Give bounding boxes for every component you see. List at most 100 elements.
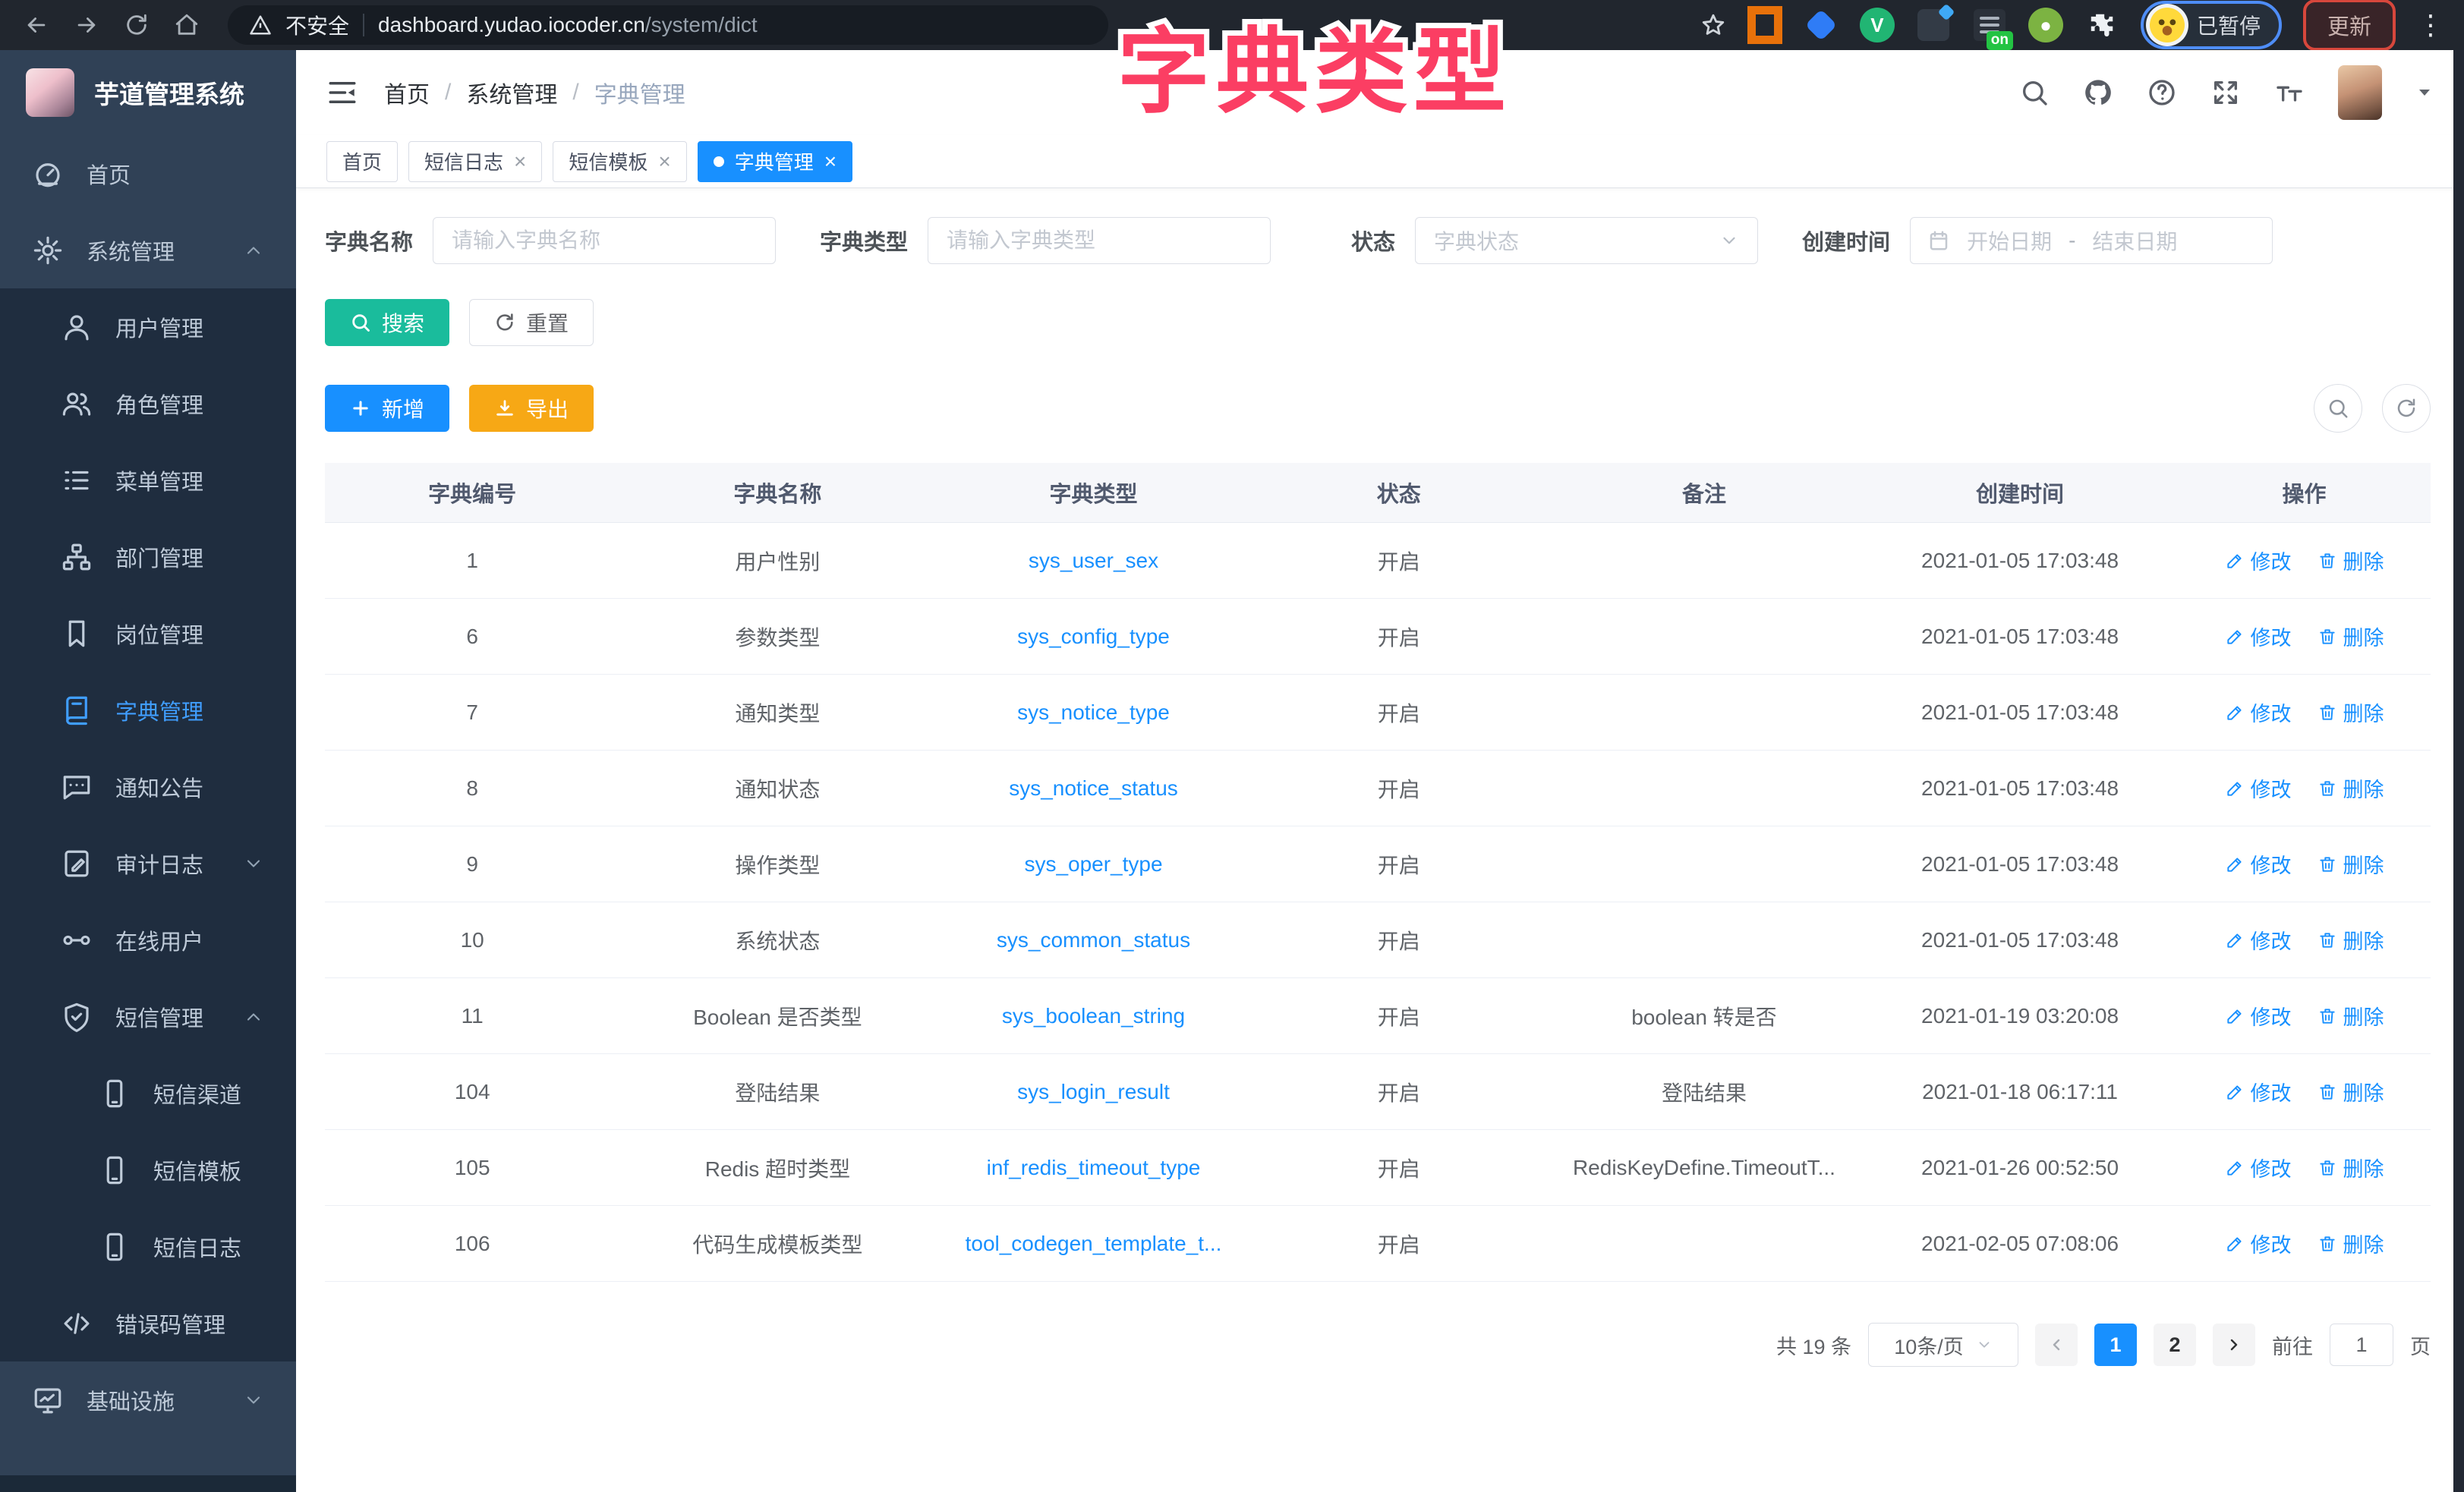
- bookmark-star-icon[interactable]: [1700, 12, 1726, 38]
- delete-link[interactable]: 删除: [2317, 773, 2384, 803]
- browser-menu-icon[interactable]: ⋮: [2417, 11, 2444, 39]
- dict-type-input[interactable]: [928, 217, 1271, 264]
- tab-sms-template[interactable]: 短信模板 ×: [553, 140, 687, 182]
- help-icon[interactable]: [2147, 77, 2177, 108]
- fullscreen-icon[interactable]: [2210, 77, 2241, 108]
- next-page-button[interactable]: [2213, 1324, 2255, 1366]
- edit-link[interactable]: 修改: [2225, 697, 2292, 727]
- extension-icon-1[interactable]: [1747, 6, 1782, 44]
- delete-link[interactable]: 删除: [2317, 1153, 2384, 1182]
- delete-link[interactable]: 删除: [2317, 622, 2384, 651]
- page-size-select[interactable]: 10条/页: [1868, 1323, 2018, 1367]
- delete-link[interactable]: 删除: [2317, 849, 2384, 879]
- close-icon[interactable]: ×: [658, 150, 670, 172]
- vue-devtools-icon[interactable]: V: [1859, 8, 1895, 42]
- dict-type-link[interactable]: sys_common_status: [997, 928, 1190, 952]
- edit-link[interactable]: 修改: [2225, 1001, 2292, 1031]
- sidebar-item-dict-management[interactable]: 字典管理: [0, 672, 296, 748]
- tab-home[interactable]: 首页: [326, 140, 399, 182]
- tab-dict-management[interactable]: 字典管理 ×: [697, 140, 853, 182]
- edit-link[interactable]: 修改: [2225, 1229, 2292, 1258]
- sidebar-item-sms-template[interactable]: 短信模板: [0, 1132, 296, 1208]
- browser-home-icon[interactable]: [170, 8, 203, 42]
- edit-link[interactable]: 修改: [2225, 925, 2292, 955]
- edit-link[interactable]: 修改: [2225, 1077, 2292, 1106]
- delete-link[interactable]: 删除: [2317, 925, 2384, 955]
- font-size-icon[interactable]: [2274, 77, 2305, 108]
- sidebar-item-role-management[interactable]: 角色管理: [0, 365, 296, 442]
- browser-update-button[interactable]: 更新: [2302, 0, 2396, 51]
- extension-icon-5[interactable]: ●: [2028, 8, 2063, 42]
- reset-button[interactable]: 重置: [469, 299, 594, 346]
- delete-link[interactable]: 删除: [2317, 1229, 2384, 1258]
- sidebar-item-dept-management[interactable]: 部门管理: [0, 518, 296, 595]
- browser-scrollbar[interactable]: [2453, 50, 2464, 1492]
- browser-reload-icon[interactable]: [120, 8, 153, 42]
- breadcrumb-home[interactable]: 首页: [384, 76, 430, 109]
- sidebar-item-online-users[interactable]: 在线用户: [0, 902, 296, 978]
- sidebar-item-error-code-management[interactable]: 错误码管理: [0, 1285, 296, 1361]
- delete-link[interactable]: 删除: [2317, 1001, 2384, 1031]
- address-bar[interactable]: 不安全 dashboard.yudao.iocoder.cn/system/di…: [228, 5, 1108, 45]
- recorder-paused-pill[interactable]: 已暂停: [2140, 1, 2282, 49]
- sidebar-item-notice-announcement[interactable]: 通知公告: [0, 748, 296, 825]
- date-range-picker[interactable]: 开始日期 - 结束日期: [1910, 217, 2273, 264]
- delete-link[interactable]: 删除: [2317, 546, 2384, 575]
- search-icon[interactable]: [2019, 77, 2050, 108]
- edit-link[interactable]: 修改: [2225, 1153, 2292, 1182]
- edit-link[interactable]: 修改: [2225, 849, 2292, 879]
- extension-icon-3[interactable]: [1916, 8, 1951, 42]
- user-avatar[interactable]: [2338, 65, 2382, 120]
- search-button[interactable]: 搜索: [325, 299, 450, 346]
- dict-type-link[interactable]: sys_notice_type: [1017, 700, 1170, 724]
- extensions-puzzle-icon[interactable]: [2084, 8, 2119, 42]
- dict-type-link[interactable]: sys_notice_status: [1009, 776, 1178, 800]
- sidebar-item-post-management[interactable]: 岗位管理: [0, 595, 296, 672]
- browser-back-icon[interactable]: [20, 8, 53, 42]
- table-refresh-button[interactable]: [2382, 384, 2431, 433]
- dict-name-input[interactable]: [433, 217, 777, 264]
- dict-type-link[interactable]: tool_codegen_template_t...: [966, 1232, 1222, 1255]
- table-search-toggle-button[interactable]: [2314, 384, 2362, 433]
- security-label[interactable]: 不安全: [285, 10, 349, 40]
- goto-page-input[interactable]: [2330, 1324, 2393, 1366]
- status-select[interactable]: 字典状态: [1415, 217, 1759, 264]
- sidebar-item-infrastructure[interactable]: 基础设施: [0, 1361, 296, 1438]
- table-row: 106 代码生成模板类型 tool_codegen_template_t... 开启 2…: [325, 1205, 2431, 1282]
- sidebar-item-sms-management[interactable]: 短信管理: [0, 978, 296, 1055]
- delete-link[interactable]: 删除: [2317, 697, 2384, 727]
- edit-link[interactable]: 修改: [2225, 773, 2292, 803]
- dict-type-link[interactable]: sys_oper_type: [1024, 852, 1162, 876]
- dict-type-link[interactable]: inf_redis_timeout_type: [987, 1156, 1201, 1179]
- tab-sms-log[interactable]: 短信日志 ×: [408, 140, 543, 182]
- github-icon[interactable]: [2083, 77, 2113, 108]
- close-icon[interactable]: ×: [514, 150, 526, 172]
- extension-icon-4[interactable]: on: [1972, 8, 2013, 50]
- dict-type-link[interactable]: sys_boolean_string: [1002, 1004, 1185, 1028]
- sidebar-item-menu-management[interactable]: 菜单管理: [0, 442, 296, 518]
- page-button-2[interactable]: 2: [2154, 1324, 2196, 1366]
- browser-forward-icon[interactable]: [70, 8, 103, 42]
- chevron-down-icon[interactable]: [2415, 83, 2434, 102]
- sidebar-item-home[interactable]: 首页: [0, 135, 296, 212]
- dict-type-link[interactable]: sys_config_type: [1017, 625, 1170, 648]
- breadcrumb-system[interactable]: 系统管理: [466, 76, 557, 109]
- dict-type-link[interactable]: sys_user_sex: [1029, 549, 1158, 572]
- extension-icon-2[interactable]: [1804, 8, 1839, 42]
- dict-type-link[interactable]: sys_login_result: [1017, 1080, 1170, 1103]
- sidebar-item-sms-channel[interactable]: 短信渠道: [0, 1055, 296, 1132]
- url-host: dashboard.yudao.iocoder.cn: [378, 13, 645, 36]
- page-button-1[interactable]: 1: [2094, 1324, 2137, 1366]
- edit-link[interactable]: 修改: [2225, 546, 2292, 575]
- edit-link[interactable]: 修改: [2225, 622, 2292, 651]
- sidebar-item-sms-log[interactable]: 短信日志: [0, 1208, 296, 1285]
- sidebar-item-user-management[interactable]: 用户管理: [0, 288, 296, 365]
- export-button[interactable]: 导出: [469, 385, 594, 432]
- sidebar-item-audit-log[interactable]: 审计日志: [0, 825, 296, 902]
- close-icon[interactable]: ×: [824, 150, 837, 172]
- collapse-sidebar-icon[interactable]: [326, 77, 358, 109]
- delete-link[interactable]: 删除: [2317, 1077, 2384, 1106]
- prev-page-button[interactable]: [2035, 1324, 2078, 1366]
- add-button[interactable]: 新增: [325, 385, 450, 432]
- sidebar-item-system-management[interactable]: 系统管理: [0, 212, 296, 288]
